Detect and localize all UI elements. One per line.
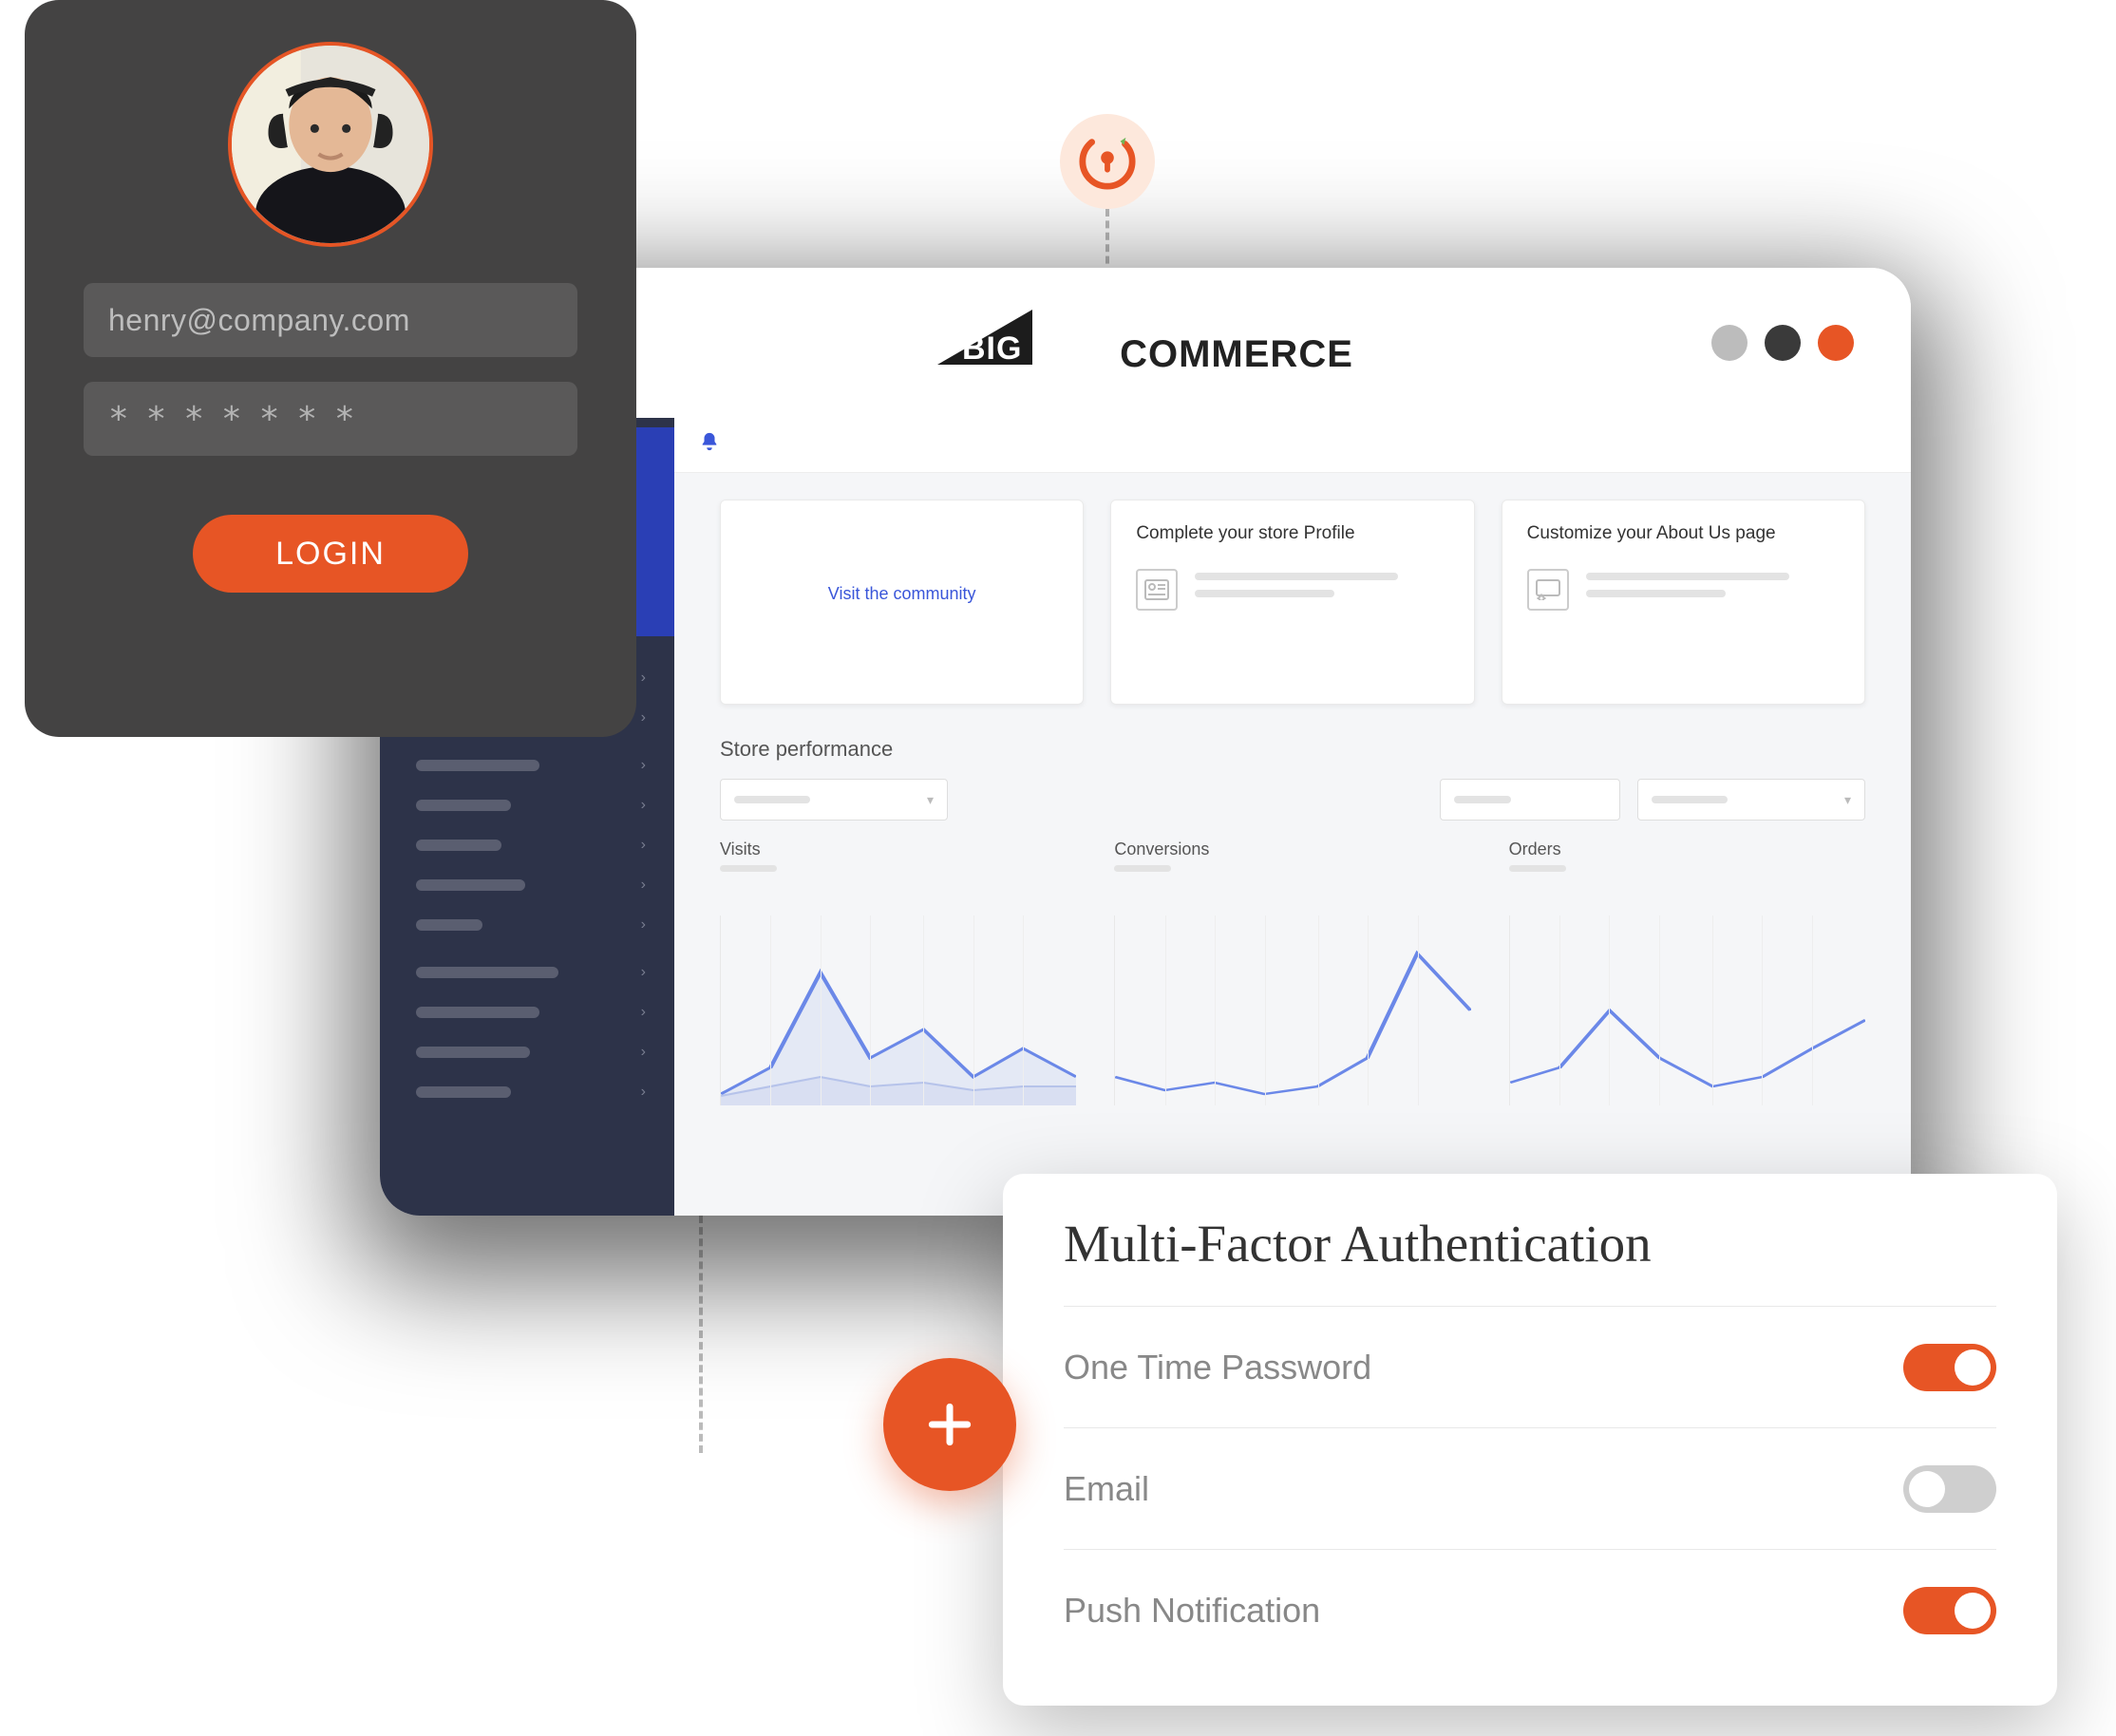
push-toggle[interactable] bbox=[1903, 1587, 1996, 1634]
add-button[interactable] bbox=[883, 1358, 1016, 1491]
card-title: Complete your store Profile bbox=[1136, 523, 1448, 544]
window-dot-max[interactable] bbox=[1765, 325, 1801, 361]
password-field[interactable]: ******* bbox=[84, 382, 577, 456]
avatar bbox=[228, 42, 433, 247]
mfa-row-email: Email bbox=[1064, 1427, 1996, 1549]
period-dropdown-1[interactable]: ▾ bbox=[720, 779, 948, 821]
caret-down-icon: ▾ bbox=[1844, 792, 1851, 808]
chevron-right-icon: › bbox=[641, 1044, 646, 1061]
chevron-right-icon: › bbox=[641, 757, 646, 774]
sidebar-item[interactable]: › bbox=[416, 790, 646, 821]
chevron-right-icon: › bbox=[641, 1004, 646, 1021]
period-dropdown-2[interactable] bbox=[1440, 779, 1620, 821]
connector-dash-bottom bbox=[699, 1216, 703, 1453]
main-area: Visit the community Complete your store … bbox=[674, 418, 1911, 1216]
community-link[interactable]: Visit the community bbox=[828, 584, 976, 604]
sidebar-item[interactable]: › bbox=[416, 830, 646, 860]
sidebar-item[interactable]: › bbox=[416, 957, 646, 988]
profile-icon bbox=[1136, 569, 1178, 611]
chevron-right-icon: › bbox=[641, 797, 646, 814]
otp-toggle[interactable] bbox=[1903, 1344, 1996, 1391]
chevron-right-icon: › bbox=[641, 1084, 646, 1101]
sidebar-item[interactable]: › bbox=[416, 1077, 646, 1107]
chevron-right-icon: › bbox=[641, 964, 646, 981]
mfa-panel: Multi-Factor Authentication One Time Pas… bbox=[1003, 1174, 2057, 1706]
sidebar-item[interactable]: › bbox=[416, 997, 646, 1028]
sidebar-item[interactable]: › bbox=[416, 870, 646, 900]
sidebar-item[interactable]: › bbox=[416, 910, 646, 940]
chart-conversions: Conversions bbox=[1114, 840, 1470, 1105]
chevron-right-icon: › bbox=[641, 709, 646, 726]
profile-card[interactable]: Complete your store Profile bbox=[1110, 500, 1474, 705]
bigcommerce-logo: BIG COMMERCE bbox=[937, 310, 1353, 376]
password-mask: ******* bbox=[108, 400, 372, 439]
email-value: henry@company.com bbox=[108, 303, 410, 338]
chevron-right-icon: › bbox=[641, 837, 646, 854]
about-card[interactable]: Customize your About Us page bbox=[1502, 500, 1865, 705]
chevron-right-icon: › bbox=[641, 916, 646, 934]
mfa-row-push: Push Notification bbox=[1064, 1549, 1996, 1670]
login-button[interactable]: LOGIN bbox=[193, 515, 468, 593]
utility-bar bbox=[674, 418, 1911, 473]
svg-text:BIG: BIG bbox=[962, 330, 1022, 367]
window-dot-min[interactable] bbox=[1711, 325, 1748, 361]
email-field[interactable]: henry@company.com bbox=[84, 283, 577, 357]
window-controls bbox=[1711, 325, 1854, 361]
bell-icon[interactable] bbox=[699, 431, 720, 459]
chevron-right-icon: › bbox=[641, 670, 646, 687]
period-dropdown-3[interactable]: ▾ bbox=[1637, 779, 1865, 821]
chevron-right-icon: › bbox=[641, 877, 646, 894]
mfa-title: Multi-Factor Authentication bbox=[1064, 1214, 1996, 1306]
security-badge bbox=[1060, 114, 1155, 209]
mfa-label: Email bbox=[1064, 1469, 1149, 1509]
caret-down-icon: ▾ bbox=[927, 792, 934, 808]
connector-dash-top bbox=[1105, 209, 1109, 275]
chart-orders: Orders bbox=[1509, 840, 1865, 1105]
mfa-label: One Time Password bbox=[1064, 1348, 1371, 1387]
customize-icon bbox=[1527, 569, 1569, 611]
mfa-row-otp: One Time Password bbox=[1064, 1306, 1996, 1427]
community-card[interactable]: Visit the community bbox=[720, 500, 1084, 705]
card-title: Customize your About Us page bbox=[1527, 523, 1840, 544]
window-dot-close[interactable] bbox=[1818, 325, 1854, 361]
email-toggle[interactable] bbox=[1903, 1465, 1996, 1513]
sidebar-item[interactable]: › bbox=[416, 1037, 646, 1067]
plus-icon bbox=[923, 1398, 976, 1451]
chart-visits: Visits bbox=[720, 840, 1076, 1105]
security-lock-icon bbox=[1078, 132, 1137, 191]
store-performance-title: Store performance bbox=[674, 705, 1911, 775]
mfa-label: Push Notification bbox=[1064, 1591, 1320, 1631]
sidebar-item[interactable]: › bbox=[416, 750, 646, 781]
login-card: henry@company.com ******* LOGIN bbox=[25, 0, 636, 737]
